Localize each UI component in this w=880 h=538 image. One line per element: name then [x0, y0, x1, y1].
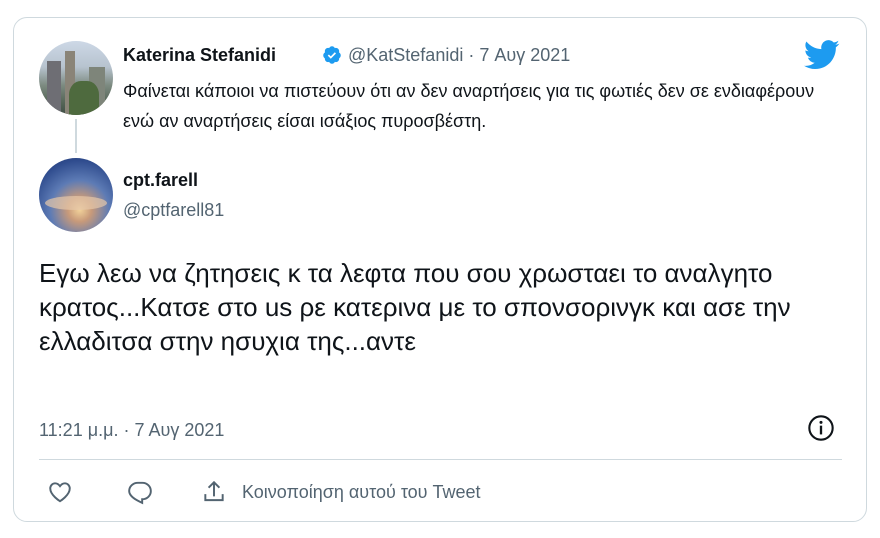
divider	[39, 459, 842, 460]
share-icon	[204, 480, 224, 502]
share-button[interactable]	[199, 477, 229, 507]
twitter-bird-icon[interactable]	[804, 40, 840, 70]
heart-icon	[49, 482, 71, 503]
reply-author-name[interactable]: cpt.farell	[123, 168, 198, 192]
reply-button[interactable]	[125, 477, 155, 507]
info-icon[interactable]	[807, 414, 835, 442]
avatar-katerina[interactable]	[39, 41, 113, 115]
tweet-timestamp[interactable]: 11:21 μ.μ. · 7 Αυγ 2021	[39, 418, 224, 442]
quoted-handle-date[interactable]: @KatStefanidi · 7 Αυγ 2021	[348, 42, 570, 68]
avatar-cptfarell[interactable]	[39, 158, 113, 232]
quoted-author-name[interactable]: Katerina Stefanidi	[123, 42, 276, 68]
quoted-tweet-text: Φαίνεται κάποιοι να πιστεύουν ότι αν δεν…	[123, 81, 815, 131]
share-label[interactable]: Κοινοποίηση αυτού του Tweet	[242, 480, 481, 504]
tweet-card: Katerina Stefanidi @KatStefanidi · 7 Αυγ…	[13, 17, 867, 522]
reply-icon	[128, 481, 152, 505]
like-button[interactable]	[45, 477, 75, 507]
thread-connector	[75, 119, 77, 153]
reply-tweet-text: Εγω λεω να ζητησεις κ τα λεφτα που σου χ…	[39, 258, 791, 356]
reply-author-handle[interactable]: @cptfarell81	[123, 198, 224, 222]
verified-badge-icon	[323, 46, 341, 64]
